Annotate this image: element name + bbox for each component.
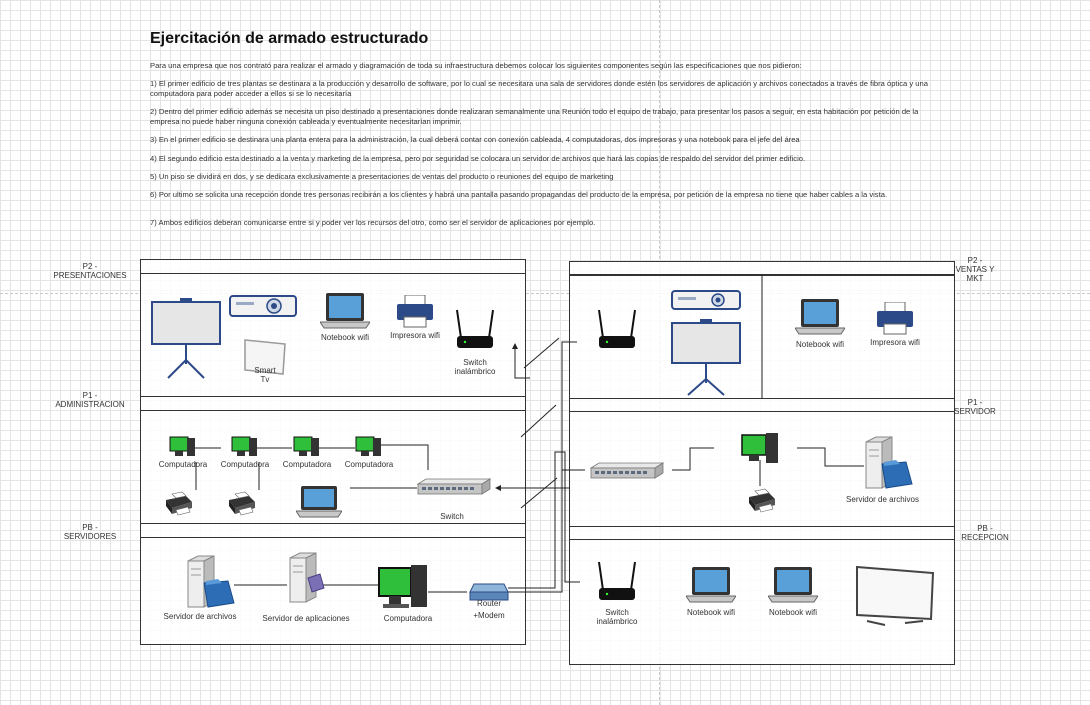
projector-screen-icon	[671, 319, 741, 396]
computer-icon	[231, 436, 257, 456]
printer-icon	[166, 491, 192, 516]
wireless-access-point-icon	[598, 561, 636, 600]
computer-icon	[741, 433, 778, 463]
switch-icon	[416, 478, 492, 495]
computer-icon	[293, 436, 319, 456]
display-screen-icon	[856, 565, 935, 626]
file-server-icon	[865, 436, 913, 489]
wireless-switch-label: Switch inalámbrico	[596, 608, 638, 626]
computer-label: Computadora	[158, 460, 208, 469]
file-server-label: Servidor de archivos	[163, 612, 237, 621]
laptop-icon	[320, 293, 370, 329]
switch-icon	[589, 462, 665, 479]
printer-icon	[877, 302, 913, 335]
wireless-switch-label: Switch inalámbrico	[454, 358, 496, 376]
notebook-label: Notebook wifi	[768, 608, 818, 617]
projector-icon	[671, 290, 741, 310]
wireless-access-point-icon	[456, 309, 494, 348]
notebook-label: Notebook wifi	[686, 608, 736, 617]
notebook-label: Notebook wifi	[320, 333, 370, 342]
switch-label: Switch	[440, 512, 464, 521]
wireless-access-point-icon	[598, 309, 636, 348]
projector-screen-icon	[151, 298, 221, 379]
computer-label: Computadora	[383, 614, 433, 623]
computer-label: Computadora	[220, 460, 270, 469]
computer-label: Computadora	[282, 460, 332, 469]
laptop-icon	[686, 567, 736, 603]
laptop-icon	[795, 299, 845, 335]
printer-label: Impresora wifi	[870, 338, 920, 347]
projector-icon	[229, 295, 297, 317]
computer-label: Computadora	[344, 460, 394, 469]
printer-icon	[229, 491, 255, 516]
router-label: Router +Modem	[473, 599, 505, 620]
smart-tv-label: Smart Tv	[254, 366, 276, 384]
printer-icon	[749, 488, 775, 513]
application-server-icon	[289, 552, 325, 603]
computer-icon	[378, 565, 427, 608]
file-server-label: Servidor de archivos	[846, 495, 919, 504]
printer-icon	[397, 295, 433, 328]
file-server-icon	[187, 555, 235, 608]
printer-label: Impresora wifi	[390, 331, 440, 340]
laptop-icon	[768, 567, 818, 603]
computer-icon	[355, 436, 381, 456]
application-server-label: Servidor de aplicaciones	[262, 614, 350, 623]
computer-icon	[169, 436, 195, 456]
laptop-icon	[296, 486, 342, 518]
notebook-label: Notebook wifi	[795, 340, 845, 349]
